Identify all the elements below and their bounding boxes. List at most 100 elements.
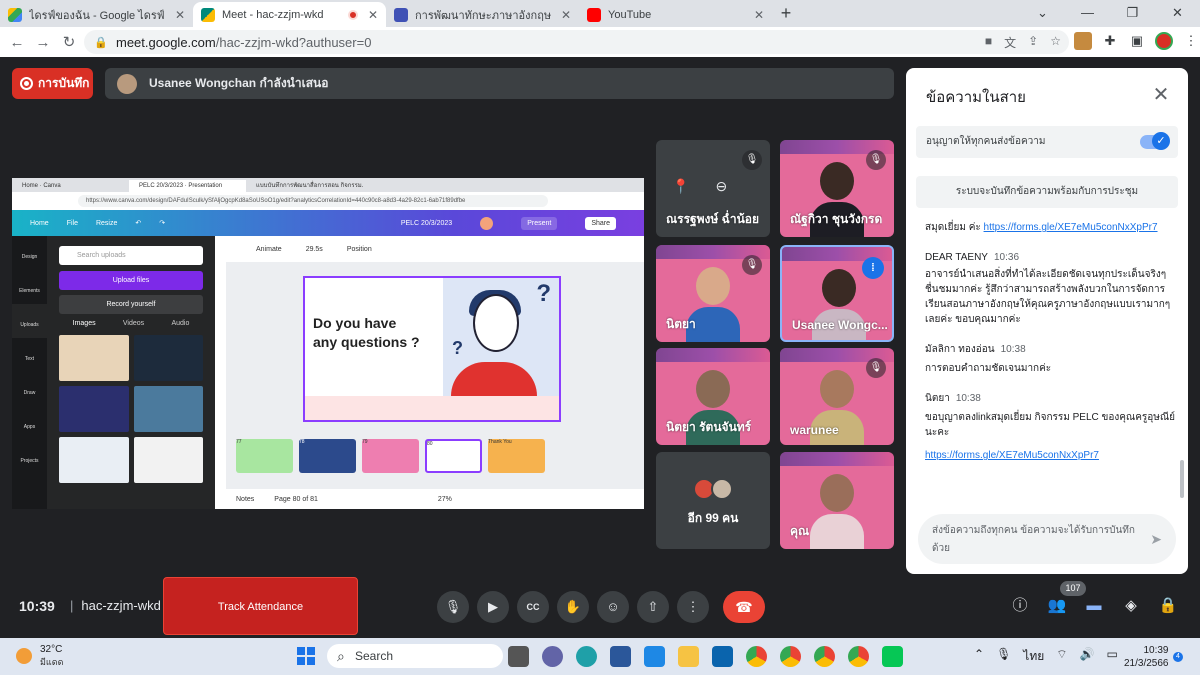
tray-overflow-icon[interactable]: ⌃ xyxy=(974,647,984,666)
extensions-puzzle-icon[interactable]: ✚ xyxy=(1101,32,1119,50)
close-window-button[interactable]: ✕ xyxy=(1155,0,1200,26)
camera-button[interactable]: ▶ xyxy=(477,591,509,623)
upload-thumbnail xyxy=(133,335,203,381)
participant-tile[interactable]: นิตยา รัตนจันทร์ xyxy=(656,348,770,445)
taskbar-date: 21/3/2566 xyxy=(1124,658,1169,669)
remove-icon[interactable]: ⊖ xyxy=(715,178,727,195)
back-button[interactable]: ← xyxy=(4,34,30,51)
participant-tile[interactable]: 📍 ⊖ 🎙 ณรรฐพงษ์ ฉ่ำน้อย xyxy=(656,140,770,237)
recording-button[interactable]: การบันทึก xyxy=(12,68,93,99)
more-participants-tile[interactable]: อีก 99 คน xyxy=(656,452,770,549)
weather-widget[interactable]: 32°C มีแดด xyxy=(16,644,63,668)
page-thumb: 78 xyxy=(299,439,356,473)
bookmark-star-icon[interactable]: ☆ xyxy=(1050,34,1061,51)
participant-tile[interactable]: 🎙 นิตยา xyxy=(656,245,770,342)
translate-icon[interactable]: 文 xyxy=(1004,34,1016,51)
word-icon[interactable] xyxy=(610,646,631,667)
activities-icon[interactable]: ◈ xyxy=(1121,596,1141,616)
track-attendance-button[interactable]: Track Attendance xyxy=(163,577,358,635)
people-icon[interactable]: 👥 xyxy=(1047,596,1067,616)
start-button[interactable] xyxy=(297,647,315,665)
speaking-indicator-icon: ⁞ xyxy=(862,257,884,279)
message-text: การตอบคำถามชัดเจนมากค่ะ xyxy=(925,363,1052,374)
send-icon[interactable]: ➤ xyxy=(1150,530,1162,548)
browser-tab-forms[interactable]: การพัฒนาทักษะภาษาอังกฤษ English ✕ xyxy=(386,2,579,27)
allow-messages-label: อนุญาตให้ทุกคนส่งข้อความ xyxy=(926,136,1046,147)
battery-icon[interactable]: ▭ xyxy=(1107,647,1118,666)
meeting-details-icon[interactable]: ⓘ xyxy=(1010,596,1030,616)
chrome-profile-4-icon[interactable] xyxy=(848,646,869,667)
edge-icon[interactable] xyxy=(576,646,597,667)
close-tab-icon[interactable]: ✕ xyxy=(368,8,378,22)
reload-button[interactable]: ↻ xyxy=(56,33,82,51)
captions-button[interactable]: CC xyxy=(517,591,549,623)
canva-editor-toolbar: Animate 29.5s Position xyxy=(226,236,644,262)
address-bar[interactable]: 🔒 meet.google.com/hac-zzjm-wkd?authuser=… xyxy=(84,30,1069,54)
position-label: Position xyxy=(346,245,372,253)
volume-icon[interactable]: 🔊 xyxy=(1080,647,1095,666)
participant-tile[interactable]: 🎙 warunee xyxy=(780,348,894,445)
forward-button[interactable]: → xyxy=(30,34,56,51)
raise-hand-button[interactable]: ✋ xyxy=(557,591,589,623)
share-icon[interactable]: ⇪ xyxy=(1028,34,1038,51)
weather-condition: มีแดด xyxy=(40,657,64,667)
minimize-button[interactable]: — xyxy=(1065,0,1110,26)
line-app-icon[interactable] xyxy=(882,646,903,667)
allow-messages-toggle[interactable] xyxy=(1140,132,1170,150)
restore-button[interactable]: ❐ xyxy=(1110,0,1155,26)
message-link[interactable]: https://forms.gle/XE7eMu5conNxXpPr7 xyxy=(984,222,1158,233)
host-controls-icon[interactable]: 🔒 xyxy=(1158,596,1178,616)
undo-icon: ↶ xyxy=(135,220,142,227)
chat-app-icon[interactable] xyxy=(542,646,563,667)
self-tile[interactable]: คุณ xyxy=(780,452,894,549)
canva-side-item: Draw xyxy=(23,390,36,396)
notification-badge[interactable]: 4 xyxy=(1173,652,1183,662)
browser-tab-youtube[interactable]: YouTube ✕ xyxy=(579,2,772,27)
extension-app-icon[interactable] xyxy=(1074,32,1092,50)
taskbar-clock[interactable]: 10:39 21/3/2566 xyxy=(1124,644,1169,670)
participant-name: คุณ xyxy=(790,524,810,538)
camera-in-use-icon[interactable]: ■ xyxy=(985,34,992,51)
browser-tab-drive[interactable]: ไดรฟ์ของฉัน - Google ไดรฟ์ ✕ xyxy=(0,2,193,27)
new-tab-button[interactable]: + xyxy=(772,2,800,27)
file-explorer-icon[interactable] xyxy=(678,646,699,667)
taskbar-apps xyxy=(508,646,903,667)
upload-thumbnail xyxy=(133,386,203,432)
taskbar-search[interactable]: Search xyxy=(327,644,503,668)
emoji-reactions-button[interactable]: ☺ xyxy=(597,591,629,623)
chat-message-input[interactable]: ส่งข้อความถึงทุกคน ข้อความจะได้รับการบัน… xyxy=(918,514,1176,564)
profile-avatar[interactable] xyxy=(1155,32,1173,50)
chrome-profile-2-icon[interactable] xyxy=(780,646,801,667)
mail-icon[interactable] xyxy=(712,646,733,667)
more-options-button[interactable]: ⋮ xyxy=(677,591,709,623)
tab-title: Meet - hac-zzjm-wkd xyxy=(222,8,324,21)
close-tab-icon[interactable]: ✕ xyxy=(561,8,571,22)
lock-icon[interactable]: 🔒 xyxy=(94,36,108,49)
microphone-button[interactable]: 🎙 xyxy=(437,591,469,623)
participant-tile[interactable]: 🎙 ณัฐกิวา ชุนวังกรด xyxy=(780,140,894,237)
close-tab-icon[interactable]: ✕ xyxy=(175,8,185,22)
input-language[interactable]: ไทย xyxy=(1023,647,1044,666)
more-menu-icon[interactable]: ⋮ xyxy=(1182,32,1200,50)
wifi-icon[interactable]: ⌔ xyxy=(1056,647,1067,666)
tab-search-icon[interactable]: ⌄ xyxy=(1020,0,1065,26)
side-panel-icon[interactable]: ▣ xyxy=(1128,32,1146,50)
message-text: สมุดเยี่ยม ค่ะ xyxy=(925,222,981,233)
chat-scrollbar[interactable] xyxy=(1180,460,1184,498)
participant-tile-speaking[interactable]: ⁞ Usanee Wongc... xyxy=(780,245,894,342)
tray-mic-icon[interactable]: 🎙 xyxy=(996,647,1011,666)
chrome-icon[interactable] xyxy=(746,646,767,667)
present-screen-button[interactable]: ⇧ xyxy=(637,591,669,623)
close-icon[interactable]: ✕ xyxy=(1150,82,1172,107)
leave-call-button[interactable]: ☎ xyxy=(723,591,765,623)
close-tab-icon[interactable]: ✕ xyxy=(754,8,764,22)
chat-icon[interactable]: ▬ xyxy=(1084,596,1104,616)
browser-tab-meet[interactable]: Meet - hac-zzjm-wkd ✕ xyxy=(193,2,386,27)
message-link[interactable]: https://forms.gle/XE7eMu5conNxXpPr7 xyxy=(925,450,1099,461)
participant-name: warunee xyxy=(790,423,839,437)
pin-icon[interactable]: 📍 xyxy=(672,178,689,195)
task-view-icon[interactable] xyxy=(508,646,529,667)
canva-sidebar: Design Elements Uploads Text Draw Apps P… xyxy=(12,236,47,509)
chrome-profile-3-icon[interactable] xyxy=(814,646,835,667)
l-app-icon[interactable] xyxy=(644,646,665,667)
